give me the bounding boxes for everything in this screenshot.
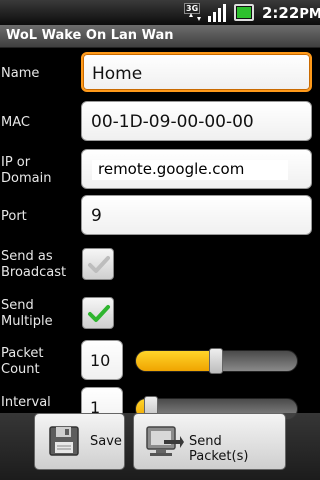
save-label: Save: [90, 434, 122, 449]
port-label: Port: [1, 209, 27, 224]
battery-charging-icon: [234, 4, 254, 21]
title-bar: WoL Wake On Lan Wan: [0, 25, 320, 48]
ip-value: remote.google.com: [98, 160, 245, 178]
clock: 2:22PM: [262, 4, 320, 22]
packet-count-value: 10: [90, 351, 111, 370]
checkmark-disabled-icon: [88, 256, 110, 273]
3g-data-icon: 3G: [184, 3, 206, 22]
broadcast-checkbox[interactable]: [82, 248, 114, 280]
packet-count-thumb[interactable]: [209, 348, 223, 374]
name-label: Name: [1, 66, 40, 81]
status-bar: 3G 2:22PM: [0, 0, 320, 25]
mac-input[interactable]: 00-1D-09-00-00-00: [81, 101, 312, 141]
ip-domain-input[interactable]: remote.google.com: [81, 149, 312, 189]
mac-value: 00-1D-09-00-00-00: [91, 112, 254, 132]
save-button[interactable]: Save: [34, 413, 125, 470]
interval-label: Interval: [1, 395, 51, 410]
send-network-icon: [146, 426, 184, 456]
ip-label: IP or Domain: [1, 155, 52, 186]
mac-label: MAC: [1, 115, 30, 130]
signal-strength-icon: [208, 3, 228, 22]
app-title: WoL Wake On Lan Wan: [6, 28, 174, 43]
name-value: Home: [92, 64, 143, 84]
send-label: Send Packet(s): [189, 434, 249, 464]
name-input[interactable]: Home: [81, 52, 312, 92]
port-value: 9: [91, 206, 102, 226]
multiple-label: Send Multiple: [1, 298, 53, 329]
packet-count-progress: [136, 351, 217, 371]
send-packets-button[interactable]: Send Packet(s): [133, 413, 286, 470]
packet-count-input[interactable]: 10: [81, 340, 123, 380]
floppy-disk-icon: [49, 426, 79, 456]
multiple-checkbox[interactable]: [82, 297, 114, 329]
clock-time: 2:22: [262, 4, 300, 22]
packet-count-label: Packet Count: [1, 346, 44, 377]
port-input[interactable]: 9: [81, 195, 312, 235]
ip-text-area: remote.google.com: [92, 160, 288, 180]
checkmark-icon: [88, 305, 110, 322]
clock-suffix: PM: [299, 7, 320, 22]
broadcast-label: Send as Broadcast: [1, 249, 67, 280]
